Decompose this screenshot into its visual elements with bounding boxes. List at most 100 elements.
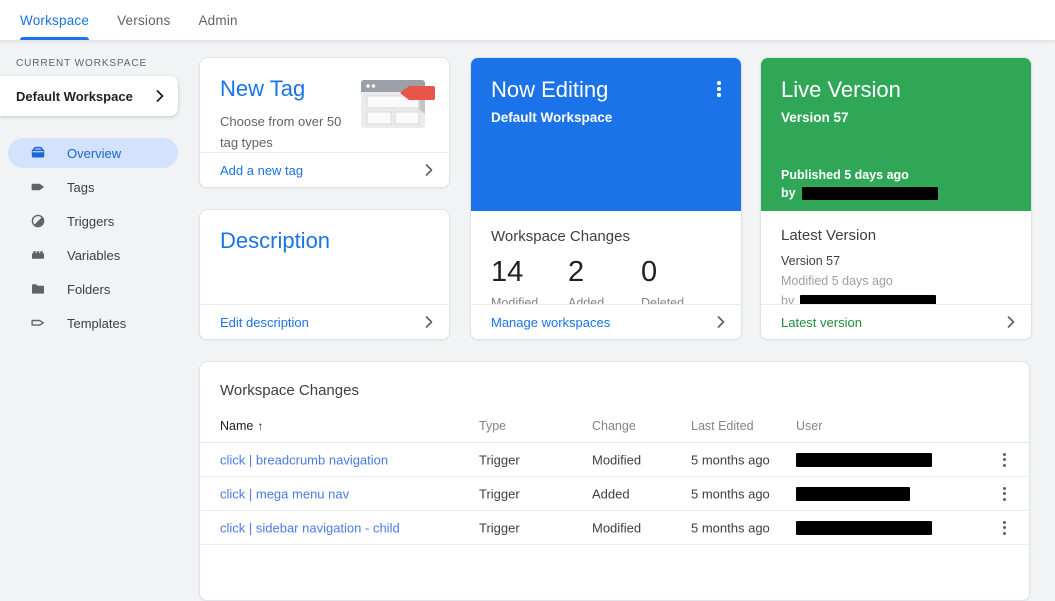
change-type: Trigger xyxy=(479,452,520,467)
published-by-label: by xyxy=(781,186,796,200)
latest-version-label: Latest Version xyxy=(781,227,1011,244)
triggers-icon xyxy=(30,213,46,229)
top-navigation: Workspace Versions Admin xyxy=(0,0,1055,41)
tab-admin[interactable]: Admin xyxy=(198,0,237,40)
sort-ascending-icon: ↑ xyxy=(257,419,263,433)
sidebar-item-label: Triggers xyxy=(67,214,114,229)
now-editing-menu-icon[interactable] xyxy=(710,80,728,98)
workspace-changes-label: Workspace Changes xyxy=(491,228,721,245)
redacted-user-name xyxy=(796,487,910,501)
tab-versions[interactable]: Versions xyxy=(117,0,170,40)
templates-icon xyxy=(30,315,46,331)
change-last-edited: 5 months ago xyxy=(691,452,770,467)
now-editing-header: Now Editing Default Workspace xyxy=(471,58,741,211)
workspace-selector[interactable]: Default Workspace xyxy=(0,76,178,116)
column-header-user[interactable]: User xyxy=(796,419,822,433)
sidebar-item-templates[interactable]: Templates xyxy=(8,308,178,338)
row-menu-icon[interactable] xyxy=(995,519,1013,537)
change-kind: Modified xyxy=(592,520,641,535)
sidebar-item-variables[interactable]: Variables xyxy=(8,240,178,270)
new-tag-illustration-icon xyxy=(361,74,437,134)
table-row: click | breadcrumb navigation Trigger Mo… xyxy=(200,443,1029,477)
workspace-changes-card: Workspace Changes Name↑ Type Change Last… xyxy=(199,361,1030,601)
stat-added: 2 Added xyxy=(568,257,641,310)
new-tag-description: Choose from over 50 tag types xyxy=(220,112,360,154)
change-last-edited: 5 months ago xyxy=(691,486,770,501)
chevron-right-icon xyxy=(156,90,164,102)
stat-deleted-value: 0 xyxy=(641,257,718,289)
sidebar-item-label: Variables xyxy=(67,248,120,263)
edit-description-link[interactable]: Edit description xyxy=(200,304,449,339)
live-version-card: Live Version Version 57 Published 5 days… xyxy=(760,57,1032,340)
variables-icon xyxy=(30,247,46,263)
sidebar-item-folders[interactable]: Folders xyxy=(8,274,178,304)
new-tag-card: New Tag Choose from over 50 tag types Ad… xyxy=(199,57,450,188)
change-name-link[interactable]: click | mega menu nav xyxy=(220,486,349,501)
sidebar-item-label: Folders xyxy=(67,282,110,297)
chevron-right-icon xyxy=(717,316,725,328)
now-editing-title: Now Editing xyxy=(491,77,721,103)
chevron-right-icon xyxy=(425,164,433,176)
table-row: click | mega menu nav Trigger Added 5 mo… xyxy=(200,477,1029,511)
sidebar-item-label: Overview xyxy=(67,146,121,161)
tags-icon xyxy=(30,179,46,195)
workspace-changes-table-title: Workspace Changes xyxy=(200,362,1029,399)
change-kind: Modified xyxy=(592,452,641,467)
latest-version-link-label: Latest version xyxy=(781,315,862,330)
sidebar-item-label: Tags xyxy=(67,180,94,195)
column-header-change[interactable]: Change xyxy=(592,419,636,433)
table-header-row: Name↑ Type Change Last Edited User xyxy=(200,409,1029,443)
sidebar-item-triggers[interactable]: Triggers xyxy=(8,206,178,236)
live-version-title: Live Version xyxy=(781,77,1011,103)
stat-added-value: 2 xyxy=(568,257,641,289)
active-tab-underline xyxy=(20,37,89,40)
edit-description-label: Edit description xyxy=(220,315,309,330)
tab-versions-label: Versions xyxy=(117,13,170,28)
column-header-last-edited[interactable]: Last Edited xyxy=(691,419,754,433)
published-info: Published 5 days ago by xyxy=(781,168,938,200)
description-title: Description xyxy=(220,228,433,254)
sidebar-nav: Overview Tags Triggers Variables Folders… xyxy=(8,138,178,338)
now-editing-card: Now Editing Default Workspace Workspace … xyxy=(470,57,742,340)
change-type: Trigger xyxy=(479,486,520,501)
live-version-header: Live Version Version 57 Published 5 days… xyxy=(761,58,1031,211)
tab-workspace-label: Workspace xyxy=(20,13,89,28)
folders-icon xyxy=(30,281,46,297)
redacted-user-name xyxy=(796,453,932,467)
manage-workspaces-link[interactable]: Manage workspaces xyxy=(471,304,741,339)
row-menu-icon[interactable] xyxy=(995,485,1013,503)
redacted-user-name xyxy=(796,521,932,535)
live-version-subtitle: Version 57 xyxy=(781,110,1011,125)
change-name-link[interactable]: click | sidebar navigation - child xyxy=(220,520,400,535)
published-line: Published 5 days ago xyxy=(781,168,938,182)
row-menu-icon[interactable] xyxy=(995,451,1013,469)
stat-deleted: 0 Deleted xyxy=(641,257,718,310)
workspace-changes-stats: 14 Modified 2 Added 0 Deleted xyxy=(491,257,721,310)
column-header-type[interactable]: Type xyxy=(479,419,506,433)
add-new-tag-link[interactable]: Add a new tag xyxy=(200,152,449,187)
change-name-link[interactable]: click | breadcrumb navigation xyxy=(220,452,388,467)
latest-version-modified: Modified 5 days ago xyxy=(781,274,1011,288)
overview-icon xyxy=(30,145,46,161)
latest-version-number: Version 57 xyxy=(781,254,1011,268)
stat-modified: 14 Modified xyxy=(491,257,568,310)
table-row: click | sidebar navigation - child Trigg… xyxy=(200,511,1029,545)
change-type: Trigger xyxy=(479,520,520,535)
latest-version-link[interactable]: Latest version xyxy=(761,304,1031,339)
tab-admin-label: Admin xyxy=(198,13,237,28)
stat-modified-value: 14 xyxy=(491,257,568,289)
add-new-tag-label: Add a new tag xyxy=(220,163,303,178)
now-editing-subtitle: Default Workspace xyxy=(491,110,721,125)
redacted-publisher-name xyxy=(802,187,938,200)
change-kind: Added xyxy=(592,486,630,501)
manage-workspaces-label: Manage workspaces xyxy=(491,315,610,330)
current-workspace-label: CURRENT WORKSPACE xyxy=(16,58,147,69)
sidebar-item-tags[interactable]: Tags xyxy=(8,172,178,202)
column-header-name[interactable]: Name↑ xyxy=(220,419,263,433)
chevron-right-icon xyxy=(425,316,433,328)
sidebar-item-overview[interactable]: Overview xyxy=(8,138,178,168)
workspace-selector-label: Default Workspace xyxy=(16,89,133,104)
tab-workspace[interactable]: Workspace xyxy=(20,0,89,40)
change-last-edited: 5 months ago xyxy=(691,520,770,535)
chevron-right-icon xyxy=(1007,316,1015,328)
